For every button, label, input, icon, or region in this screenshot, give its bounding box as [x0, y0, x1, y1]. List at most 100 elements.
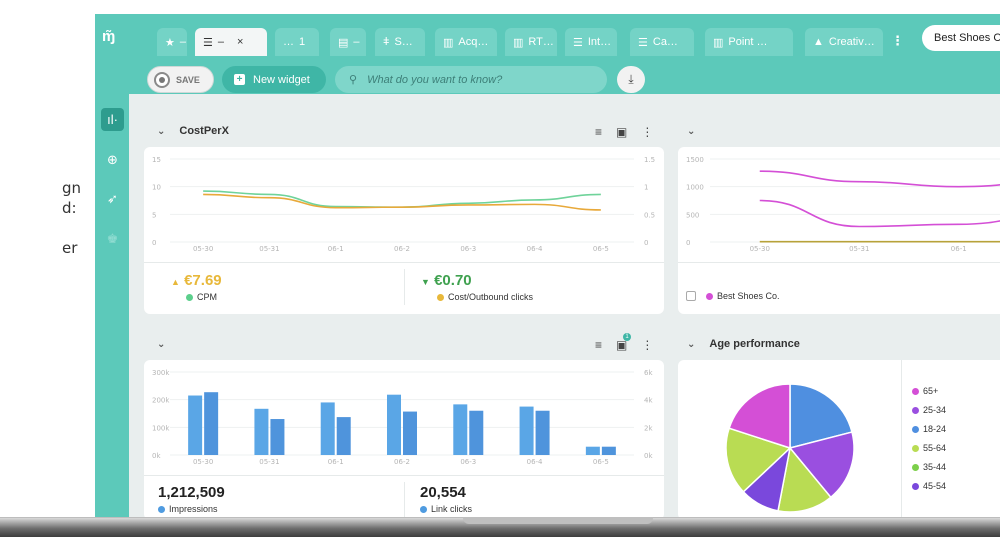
- tab-9[interactable]: ▥ Point …: [705, 28, 793, 56]
- tab-1[interactable]: ☰ – ×: [195, 28, 267, 56]
- tab-0[interactable]: ★ –: [157, 28, 187, 56]
- series-line-1: [203, 193, 601, 211]
- tab-7[interactable]: ☰ Int…: [565, 28, 617, 56]
- y2-tick-label: 1: [644, 184, 648, 192]
- legend-label: 45-54: [923, 481, 947, 491]
- legend-dot: [912, 406, 919, 414]
- save-label: SAVE: [176, 74, 200, 85]
- chevron-down-icon[interactable]: ⌄: [157, 126, 165, 137]
- impressions-card: 300k 6k 200k 4k 100k 2k 0k 0k 05-30 05-31 06-1 06-2…: [144, 360, 664, 517]
- kpi-impressions-label-text: Impressions: [169, 504, 218, 514]
- reach-header: ⌄: [687, 117, 709, 145]
- kpi-cost-outbound: ▼ €0.70: [421, 272, 472, 289]
- y2-tick-label: 4k: [644, 397, 653, 405]
- side-text-line: [62, 218, 81, 238]
- legend-item[interactable]: 65+: [912, 386, 938, 396]
- side-text-line: gn: [62, 179, 82, 197]
- calendar-icon[interactable]: ▣ 1: [616, 333, 632, 352]
- download-button[interactable]: ⤓: [617, 66, 645, 93]
- tab-bar: ɱ̃ ★ – ☰ – ×… 1 ▤ – ǂ S… ▥ Acq… ▥ RT… ☰ Int… ☰ Ca… ▥ Point …: [95, 14, 1000, 64]
- tab-label: –: [217, 36, 224, 48]
- add-circle-icon[interactable]: ⊕: [101, 148, 124, 171]
- kpi-link-clicks-label-text: Link clicks: [431, 504, 473, 514]
- rocket-icon[interactable]: ➶: [101, 187, 124, 210]
- x-tick-label: 06-2: [394, 458, 410, 466]
- legend-item[interactable]: 55-64: [912, 443, 946, 453]
- legend-item[interactable]: 18-24: [912, 424, 946, 434]
- chevron-down-icon[interactable]: ⌄: [157, 339, 165, 350]
- left-rail: ıl· ⊕ ➶ ♚: [95, 94, 129, 517]
- legend-dot: [437, 293, 444, 301]
- y-tick-label: 500: [686, 211, 699, 219]
- legend-label: 35-44: [923, 462, 947, 472]
- kpi-cost-outbound-value: €0.70: [434, 272, 472, 289]
- kpi-link-clicks-value: 20,554: [420, 484, 466, 501]
- chevron-down-icon[interactable]: ⌄: [687, 339, 695, 350]
- chevron-down-icon[interactable]: ⌄: [687, 126, 695, 137]
- tab-5[interactable]: ▥ Acq…: [435, 28, 497, 56]
- ellipsis-icon: …: [283, 36, 294, 48]
- bar-link-clicks: [270, 419, 285, 455]
- save-toggle-button[interactable]: SAVE: [147, 66, 214, 93]
- divider: [144, 262, 664, 263]
- search-input[interactable]: ⚲ What do you want to know?: [335, 66, 607, 93]
- bar-impressions: [254, 408, 269, 455]
- filter-icon[interactable]: ≡: [595, 338, 602, 352]
- y-tick-label: 1000: [686, 184, 704, 192]
- background-marketing-text: gn d: er: [62, 178, 81, 258]
- y2-tick-label: 6k: [644, 369, 653, 377]
- tab-8[interactable]: ☰ Ca…: [630, 28, 694, 56]
- divider: [901, 360, 902, 517]
- checkbox[interactable]: [686, 291, 696, 301]
- kpi-cost-outbound-label-text: Cost/Outbound clicks: [448, 292, 534, 302]
- new-widget-button[interactable]: + New widget: [222, 66, 326, 93]
- more-icon[interactable]: ⋮: [641, 338, 653, 352]
- document-icon: ▤: [338, 36, 349, 49]
- legend-item[interactable]: Best Shoes Co.: [686, 291, 780, 301]
- y-tick-label: 15: [152, 156, 161, 164]
- brand-selector[interactable]: Best Shoes Co.: [922, 25, 1000, 51]
- star-icon: ★: [165, 36, 175, 49]
- legend-label: 18-24: [923, 424, 947, 434]
- y-tick-label: 5: [152, 211, 156, 219]
- legend-item[interactable]: 25-34: [912, 405, 946, 415]
- age-header: ⌄ Age performance: [687, 330, 800, 358]
- tab-3[interactable]: ▤ –: [330, 28, 366, 56]
- toggle-icon: [154, 71, 170, 88]
- kpi-impressions-value: 1,212,509: [158, 484, 225, 501]
- costperx-header: ⌄ CostPerX: [157, 117, 229, 145]
- tab-2[interactable]: … 1: [275, 28, 319, 56]
- page: gn d: er ɱ̃ ★ – ☰ – ×… 1 ▤ – ǂ S… ▥ Acq… ▥ RT… ☰ Int… ☰ C…: [0, 0, 1000, 537]
- filter-icon[interactable]: ≡: [595, 125, 602, 139]
- close-icon[interactable]: ×: [237, 36, 243, 48]
- robot-icon[interactable]: ♚: [101, 227, 124, 250]
- dashboard-icon[interactable]: ıl·: [101, 108, 124, 131]
- legend-item[interactable]: 45-54: [912, 481, 946, 491]
- tab-4[interactable]: ǂ S…: [375, 28, 425, 56]
- legend-dot: [186, 293, 193, 301]
- dashboard-canvas: ⌄ CostPerX ≡ ▣ ⋮ 15 1.5 10 1 5 0.5 0 0 05-30 05-3…: [129, 94, 1000, 517]
- legend-dot: [420, 505, 427, 513]
- more-icon[interactable]: ⋮: [641, 125, 653, 139]
- x-tick-label: 06-3: [460, 458, 476, 466]
- widget-title: Age performance: [709, 338, 800, 350]
- y-tick-label: 0k: [152, 452, 161, 460]
- tab-6[interactable]: ▥ RT…: [505, 28, 557, 56]
- legend-dot: [912, 425, 919, 433]
- tab-label: –: [353, 36, 360, 48]
- calendar-icon[interactable]: ▣: [616, 125, 627, 139]
- bar-link-clicks: [601, 446, 616, 455]
- split-icon: ǂ: [383, 36, 390, 48]
- tabs-more-icon[interactable]: ⋮: [891, 33, 904, 49]
- new-widget-label: New widget: [253, 73, 310, 86]
- costperx-actions: ≡ ▣ ⋮: [595, 125, 653, 139]
- tab-10[interactable]: ▲ Creativ…: [805, 28, 883, 56]
- bar-link-clicks: [204, 392, 219, 455]
- list-icon: ☰: [203, 36, 213, 49]
- bar-icon: ▥: [713, 36, 724, 49]
- app-logo-icon[interactable]: ɱ̃: [102, 28, 126, 46]
- legend-dot: [912, 482, 919, 490]
- divider: [144, 475, 664, 476]
- legend-item[interactable]: 35-44: [912, 462, 946, 472]
- kpi-cpm-label-text: CPM: [197, 292, 217, 302]
